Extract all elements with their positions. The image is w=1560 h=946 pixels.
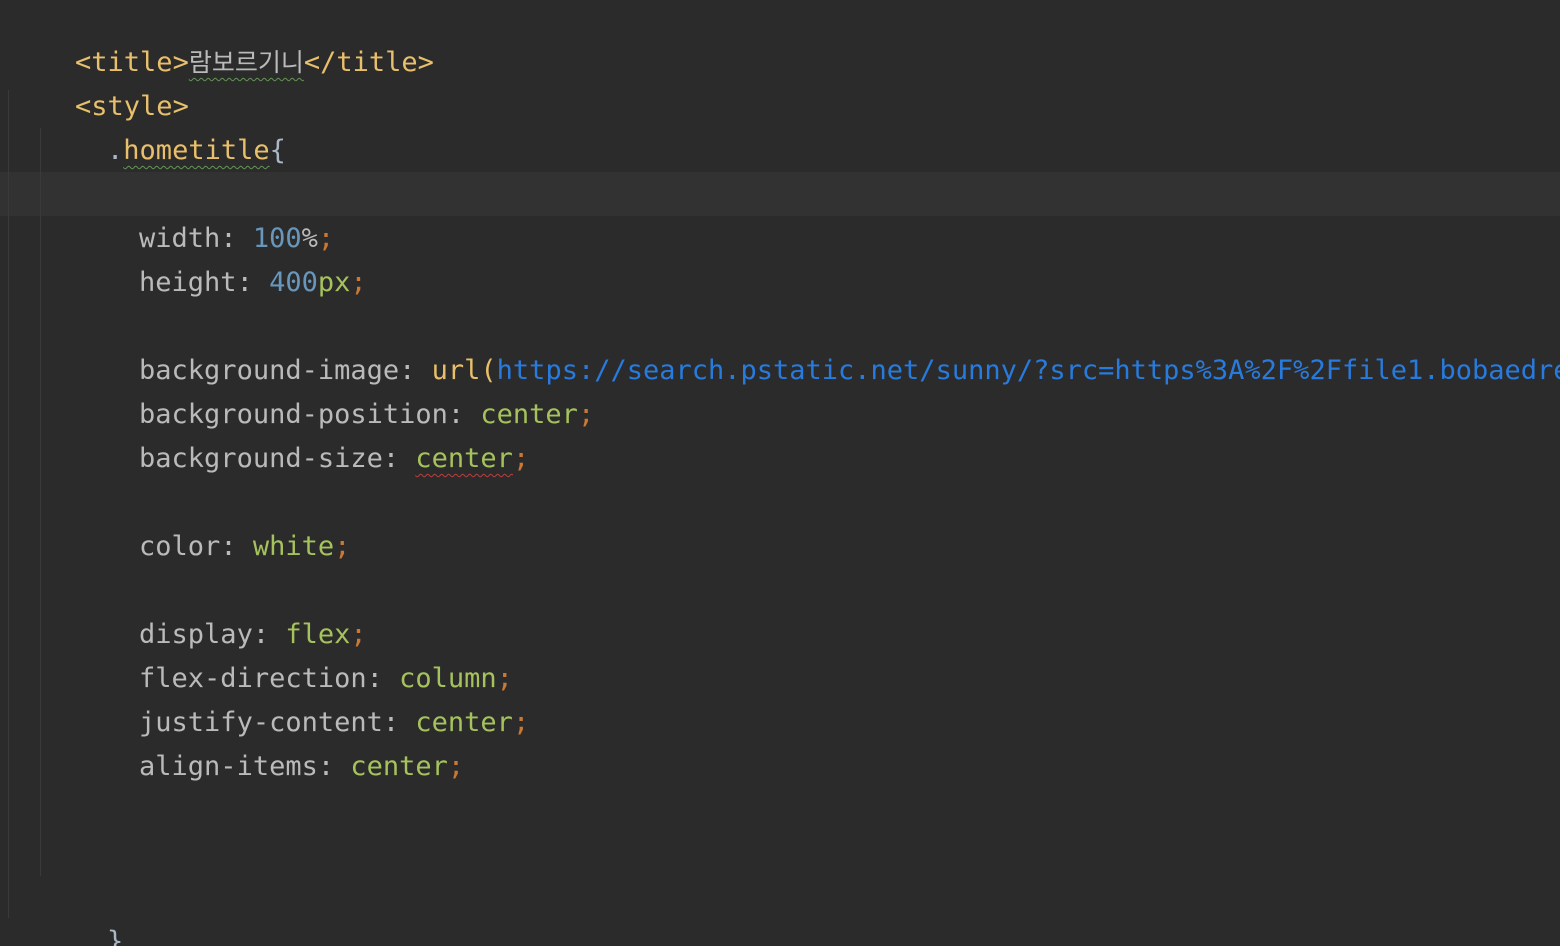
property-colon: :	[317, 751, 351, 782]
selector-dot: .	[107, 135, 124, 166]
number-value: 400	[269, 267, 318, 298]
code-line-display[interactable]: display: flex;	[74, 569, 367, 650]
code-line-style-open[interactable]: <style>	[10, 41, 189, 122]
indent-guide-inner	[40, 128, 41, 876]
url-link[interactable]: https://search.pstatic.net/sunny/?src=ht…	[497, 355, 1560, 386]
code-line-width[interactable]: width: 100%;	[74, 173, 334, 254]
semicolon: ;	[350, 267, 367, 298]
semicolon: ;	[334, 531, 351, 562]
code-line-justify-content[interactable]: justify-content: center;	[74, 657, 529, 738]
code-line-background-position[interactable]: background-position: center;	[74, 349, 594, 430]
code-line-background-image[interactable]: background-image: url(https://search.pst…	[74, 305, 1560, 386]
semicolon: ;	[577, 399, 595, 430]
code-line-height[interactable]: height: 400px;	[74, 217, 367, 298]
code-line-selector[interactable]: .hometitle{	[42, 85, 286, 166]
title-text: 람보르기니	[188, 48, 304, 77]
property-name: height	[139, 267, 237, 298]
property-colon: :	[220, 531, 253, 562]
selector-open-brace: {	[269, 135, 286, 166]
keyword-value: white	[252, 531, 335, 562]
code-editor[interactable]: <title>람보르기니</title> <style> .hometitle{…	[0, 0, 1560, 946]
code-line-background-size[interactable]: background-size: center;	[74, 393, 529, 474]
code-line-align-items[interactable]: align-items: center;	[74, 701, 464, 782]
property-name: align-items	[139, 751, 318, 782]
code-line-flex-direction[interactable]: flex-direction: column;	[74, 613, 513, 694]
code-line-title[interactable]: <title>람보르기니</title>	[10, 0, 434, 78]
selector-name: hometitle	[123, 135, 270, 166]
code-line-close-brace[interactable]: }	[42, 876, 123, 946]
semicolon: ;	[512, 707, 530, 738]
keyword-value-error: center	[415, 443, 513, 474]
indent-guide-outer	[8, 90, 9, 918]
property-colon: :	[236, 267, 270, 298]
property-colon: :	[382, 443, 416, 474]
close-brace: }	[107, 926, 124, 946]
property-name: color	[139, 531, 221, 562]
keyword-value: center	[350, 751, 448, 782]
semicolon: ;	[447, 751, 465, 782]
title-close-tag: </title>	[303, 47, 434, 78]
unit-value: px	[317, 267, 351, 298]
semicolon: ;	[512, 443, 530, 474]
code-line-color[interactable]: color: white;	[74, 481, 350, 562]
property-name: background-size	[139, 443, 383, 474]
